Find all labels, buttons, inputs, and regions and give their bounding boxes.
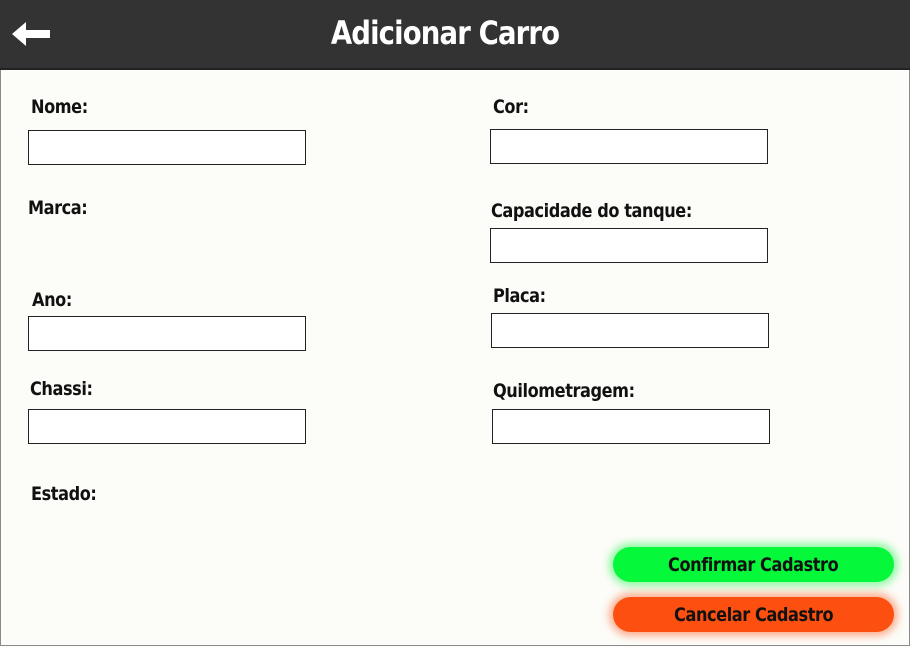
header-bar: Adicionar Carro bbox=[0, 0, 910, 70]
page-title: Adicionar Carro bbox=[330, 14, 560, 52]
cor-input[interactable] bbox=[490, 129, 768, 164]
cancel-button[interactable]: Cancelar Cadastro bbox=[613, 597, 894, 632]
quilometragem-input[interactable] bbox=[492, 409, 770, 444]
placa-input[interactable] bbox=[491, 313, 769, 348]
marca-label: Marca: bbox=[28, 197, 88, 219]
nome-label: Nome: bbox=[31, 96, 88, 118]
cor-label: Cor: bbox=[493, 96, 529, 118]
capacidade-input[interactable] bbox=[490, 228, 768, 263]
estado-label: Estado: bbox=[31, 483, 97, 505]
cancel-button-label: Cancelar Cadastro bbox=[673, 604, 834, 626]
chassi-label: Chassi: bbox=[30, 378, 93, 400]
capacidade-label: Capacidade do tanque: bbox=[491, 200, 692, 222]
arrow-left-icon[interactable] bbox=[10, 18, 52, 50]
ano-label: Ano: bbox=[32, 289, 72, 311]
ano-input[interactable] bbox=[28, 316, 306, 351]
quilometragem-label: Quilometragem: bbox=[493, 380, 635, 402]
confirm-button[interactable]: Confirmar Cadastro bbox=[613, 547, 894, 582]
nome-input[interactable] bbox=[28, 130, 306, 165]
chassi-input[interactable] bbox=[28, 409, 306, 444]
placa-label: Placa: bbox=[493, 285, 546, 307]
confirm-button-label: Confirmar Cadastro bbox=[668, 554, 839, 576]
